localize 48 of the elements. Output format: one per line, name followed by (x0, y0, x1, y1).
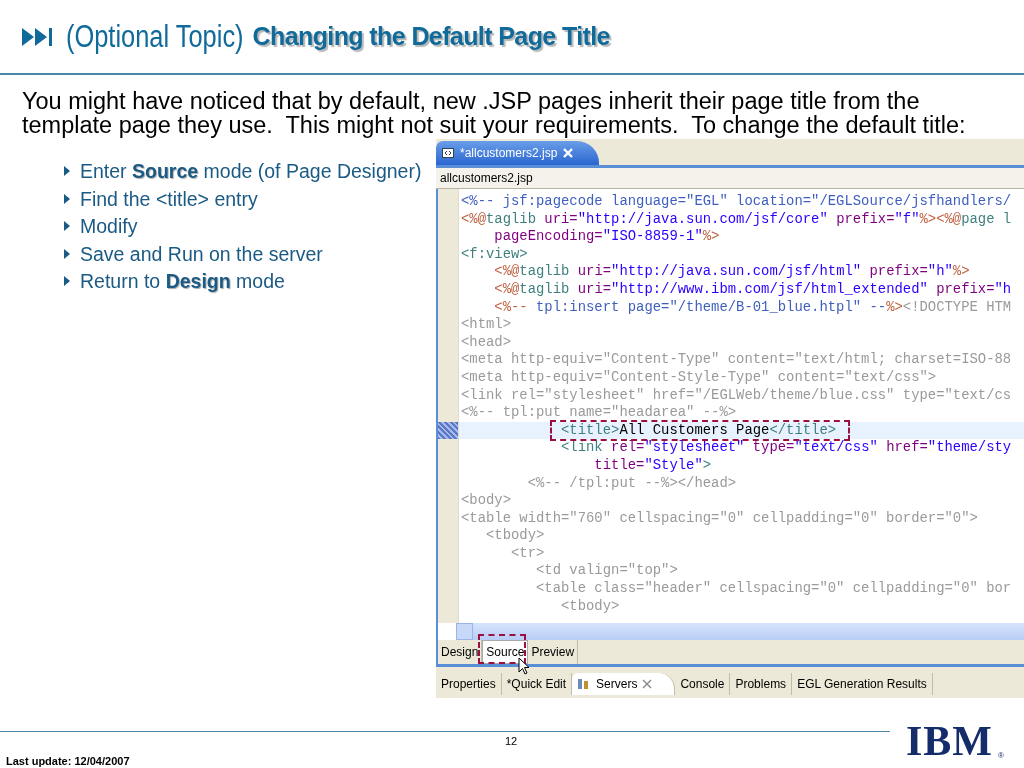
breadcrumb: allcustomers2.jsp (440, 171, 533, 185)
code-line: <%@taglib uri="http://www.ibm.com/jsf/html_extended" prefix="h (493, 280, 1013, 299)
editor-tab[interactable]: *allcustomers2.jsp (436, 141, 600, 165)
mode-tab[interactable]: Source (482, 640, 529, 664)
bullet-icon (64, 193, 70, 204)
code-line: <meta http-equiv="Content-Style-Type" content="text/css"> (460, 368, 938, 387)
code-line: <%-- tpl:insert page="/theme/B-01_blue.htpl" --%><!DOCTYPE HTM (493, 298, 1013, 317)
code-line: <%-- tpl:put name="headarea" --%> (460, 404, 738, 422)
code-line: <%-- jsf:pagecode language="EGL" location="/EGLSource/jsfhandlers/ (460, 193, 1013, 211)
registered-mark: ® (998, 751, 1004, 760)
ibm-logo: IBM (906, 719, 993, 763)
code-line: <head> (460, 333, 512, 352)
horizontal-scrollbar[interactable] (456, 623, 1024, 640)
mode-tab[interactable]: Design (438, 640, 483, 664)
bullet-icon (64, 166, 70, 177)
code-line: <link rel="stylesheet" href="/EGLWeb/theme/blue.css" type="text/cs (460, 386, 1013, 405)
slide-title: Changing the Default Page Title (252, 22, 610, 51)
bullet-icon (64, 248, 70, 259)
intro-paragraph: You might have noticed that by default, new .JSP pages inherit their page title from the template page they use. This might not suit your requirements. To change the default title: (22, 89, 967, 137)
code-line: <tbody> (485, 527, 546, 545)
code-line: <f:view> (460, 245, 529, 264)
file-icon (442, 147, 454, 159)
code-line: <body> (460, 492, 512, 510)
code-line: <tbody> (560, 597, 621, 616)
page-number: 12 (505, 735, 518, 747)
mouse-cursor-icon (518, 657, 530, 675)
code-line: <tr> (510, 544, 546, 563)
code-line: <html> (460, 316, 512, 334)
bullet-icon (64, 276, 70, 287)
code-line: title="Style"> (593, 456, 713, 475)
code-line: <%-- /tpl:put --%></head> (526, 474, 738, 493)
bullet-text: Save and Run on the server (80, 242, 323, 265)
close-icon[interactable] (642, 679, 653, 689)
bullet-text: Enter Source mode (of Page Designer) (80, 160, 422, 183)
bullet-text: Find the <title> entry (80, 187, 258, 210)
code-line: <table width="760" cellspacing="0" cellpadding="0" border="0"> (460, 509, 979, 528)
code-line: <table class="header" cellspacing="0" cellpadding="0" bor (535, 580, 1013, 598)
code-line: <td valign="top"> (535, 562, 679, 581)
last-update: Last update: 12/04/2007 (6, 755, 130, 767)
slide-title-prefix: (Optional Topic) (66, 18, 244, 55)
view-tab[interactable]: Servers (572, 673, 676, 695)
code-line: <%@taglib uri="http://java.sun.com/jsf/core" prefix="f"%><%@page l (460, 210, 1013, 229)
code-line: pageEncoding="ISO-8859-1"%> (493, 228, 721, 246)
bullet-icon (64, 221, 70, 232)
bullet-text: Modify (80, 215, 138, 238)
code-line: <%@taglib uri="http://java.sun.com/jsf/html" prefix="h"%> (493, 263, 971, 281)
code-line: <meta http-equiv="Content-Type" content="text/html; charset=ISO-88 (460, 351, 1013, 369)
bullet-text: Return to Design mode (80, 270, 285, 293)
